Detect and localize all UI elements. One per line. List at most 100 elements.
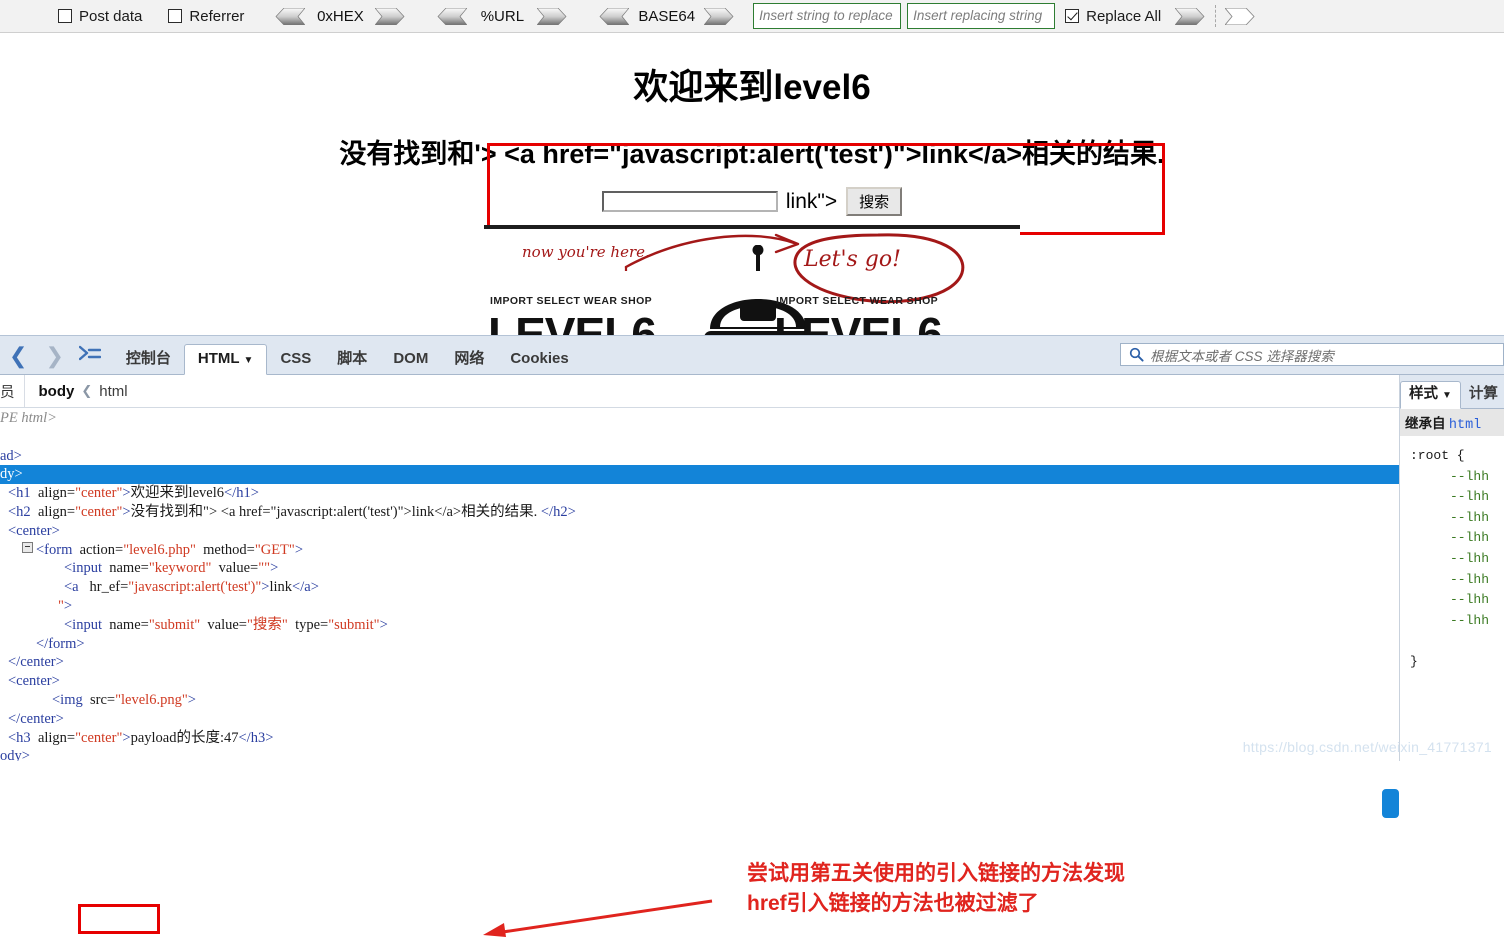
annotation-arrow-icon xyxy=(483,899,713,937)
arrow-right-icon[interactable] xyxy=(704,7,735,25)
base64-encode-group: BASE64 xyxy=(598,7,735,25)
search-icon xyxy=(1129,347,1144,362)
inspector-picker-icon[interactable] xyxy=(73,345,113,374)
code-line-selected[interactable]: dy> xyxy=(0,465,1399,485)
tab-css[interactable]: CSS xyxy=(267,345,324,374)
code-line-anchor[interactable]: <a hr_ef="javascript:alert('test')">link… xyxy=(0,578,1399,597)
search-form: link"> 搜索 xyxy=(0,187,1504,216)
code-line[interactable]: <center> xyxy=(0,522,1399,541)
css-declaration[interactable]: --lhh xyxy=(1450,551,1489,566)
post-data-checkbox-box[interactable] xyxy=(58,9,72,23)
post-data-label: Post data xyxy=(79,7,143,25)
css-rule-close: } xyxy=(1410,653,1418,669)
code-line[interactable]: ody> xyxy=(0,747,1399,761)
watermark: https://blog.csdn.net/weixin_41771371 xyxy=(1242,739,1492,755)
tab-computed[interactable]: 计算 xyxy=(1461,382,1504,409)
code-line[interactable]: <h3 align="center">payload的长度:47</h3> xyxy=(0,729,1399,748)
url-encode-group: %URL xyxy=(436,7,568,25)
href-highlight-box xyxy=(78,904,160,934)
tab-html[interactable]: HTML ▼ xyxy=(183,344,268,375)
tab-network[interactable]: 网络 xyxy=(441,345,497,374)
search-result-message: 没有找到和'> <a href="javascript:alert('test'… xyxy=(0,132,1504,171)
css-declaration[interactable]: --lhh xyxy=(1450,592,1489,607)
code-line[interactable]: <center> xyxy=(0,672,1399,691)
css-declaration[interactable]: --lhh xyxy=(1450,530,1489,545)
css-declaration[interactable]: --lhh xyxy=(1450,469,1489,484)
hex-encode-group: 0xHEX xyxy=(274,7,406,25)
level6-image-wrapper: now you're here. Let's go! IMPORT SELECT xyxy=(0,225,1504,335)
code-line[interactable]: <input name="submit" value="搜索" type="su… xyxy=(0,616,1399,635)
css-declaration[interactable]: --lhh xyxy=(1450,510,1489,525)
tab-dom[interactable]: DOM xyxy=(380,345,441,374)
back-arrow-icon[interactable]: ❮ xyxy=(0,345,36,374)
devtools-toolbar: ❮ ❯ 控制台 HTML ▼ CSS 脚本 DOM 网络 Cookies 根据文本… xyxy=(0,335,1504,375)
code-line[interactable]: "> xyxy=(0,597,1399,616)
result-message-payload: '> <a href="javascript:alert('test')">li… xyxy=(474,139,1023,169)
breadcrumb-item-body[interactable]: body xyxy=(39,383,75,400)
chevron-down-icon[interactable]: ▼ xyxy=(244,355,254,366)
replace-search-input[interactable]: Insert string to replace xyxy=(753,3,902,29)
annotation-line-2: href引入链接的方法也被过滤了 xyxy=(747,892,1039,915)
tab-styles-label: 样式 xyxy=(1409,385,1438,402)
code-line[interactable]: </center> xyxy=(0,710,1399,729)
big-word-left: LEVEL6 xyxy=(488,308,657,335)
result-message-prefix: 没有找到和 xyxy=(339,139,475,169)
arrow-left-icon[interactable] xyxy=(436,7,468,25)
chevron-down-icon[interactable]: ▼ xyxy=(1442,390,1452,401)
devtools-search-placeholder: 根据文本或者 CSS 选择器搜索 xyxy=(1150,348,1334,364)
collapse-toggle-icon[interactable] xyxy=(22,541,33,553)
search-input[interactable] xyxy=(601,191,778,212)
code-line[interactable]: <img src="level6.png"> xyxy=(0,691,1399,710)
forward-arrow-icon[interactable]: ❯ xyxy=(36,345,72,374)
code-line[interactable]: </center> xyxy=(0,653,1399,672)
toolbar-divider xyxy=(1215,5,1217,27)
arrow-right-icon[interactable] xyxy=(375,7,406,25)
post-data-checkbox[interactable]: Post data xyxy=(58,8,142,25)
broken-markup-fragment: link"> xyxy=(785,189,838,213)
replace-with-input[interactable]: Insert replacing string xyxy=(907,3,1056,29)
code-line[interactable]: <form action="level6.php" method="GET"> xyxy=(0,541,1399,560)
breadcrumb-item-html[interactable]: html xyxy=(99,383,127,400)
html-source-pane[interactable]: PE html> ad> dy> <h1 align="center">欢迎来到… xyxy=(0,409,1400,761)
arrow-right-icon[interactable] xyxy=(537,7,568,25)
annotation-line-1: 尝试用第五关使用的引入链接的方法发现 xyxy=(747,862,1125,885)
devtools-search-box[interactable]: 根据文本或者 CSS 选择器搜索 xyxy=(1120,343,1504,366)
code-line[interactable]: </form> xyxy=(0,635,1399,654)
replace-all-label: Replace All xyxy=(1086,7,1162,25)
arrow-left-icon[interactable] xyxy=(598,7,630,25)
breadcrumb: 员 body ❮ html xyxy=(0,375,1504,408)
annotation-text: 尝试用第五关使用的引入链接的方法发现 href引入链接的方法也被过滤了 xyxy=(747,859,1247,919)
hackbar-toolbar: Post data Referrer 0xHEX %URL BASE64 Ins… xyxy=(0,0,1504,33)
tab-cookies[interactable]: Cookies xyxy=(497,345,581,374)
style-panel: 样式 ▼ 计算 继承自 html :root { --lhh --lhh --lh… xyxy=(1399,375,1504,761)
arrow-right-icon[interactable] xyxy=(1175,7,1206,25)
tab-script[interactable]: 脚本 xyxy=(324,345,380,374)
code-line[interactable]: <input name="keyword" value=""> xyxy=(0,559,1399,578)
css-declaration[interactable]: --lhh xyxy=(1450,489,1489,504)
referrer-checkbox-box[interactable] xyxy=(168,9,183,23)
page-title: 欢迎来到level6 xyxy=(633,68,871,107)
import-line-right: IMPORT SELECT WEAR SHOP xyxy=(776,295,939,307)
search-submit-button[interactable]: 搜索 xyxy=(846,187,903,216)
replace-all-checkbox-box[interactable] xyxy=(1065,9,1080,23)
code-line[interactable]: <h2 align="center">没有找到和"> <a href="java… xyxy=(0,503,1399,522)
breadcrumb-separator-icon: ❮ xyxy=(81,383,93,398)
css-declaration[interactable]: --lhh xyxy=(1450,572,1489,587)
import-line-left: IMPORT SELECT WEAR SHOP xyxy=(490,295,653,307)
vertical-scrollbar-thumb[interactable] xyxy=(1382,789,1399,818)
tab-console[interactable]: 控制台 xyxy=(113,345,184,374)
arrow-right-outline-icon[interactable] xyxy=(1225,7,1256,25)
code-line: PE html> xyxy=(0,410,57,426)
tab-html-label: HTML xyxy=(197,350,240,367)
css-rule-block[interactable]: :root { --lhh --lhh --lhh --lhh --lhh --… xyxy=(1400,436,1504,673)
css-declaration[interactable]: --lhh xyxy=(1450,613,1489,628)
code-line[interactable]: <h1 align="center">欢迎来到level6</h1> xyxy=(0,484,1399,503)
page-content: 欢迎来到level6 没有找到和'> <a href="javascript:a… xyxy=(0,33,1504,335)
devtools-panel: ❮ ❯ 控制台 HTML ▼ CSS 脚本 DOM 网络 Cookies 根据文本… xyxy=(0,335,1504,937)
replace-all-checkbox[interactable]: Replace All xyxy=(1065,8,1161,25)
tab-styles[interactable]: 样式 ▼ xyxy=(1400,380,1461,409)
inherited-source: html xyxy=(1448,418,1482,433)
referrer-checkbox[interactable]: Referrer xyxy=(168,8,244,25)
arrow-left-icon[interactable] xyxy=(274,7,306,25)
